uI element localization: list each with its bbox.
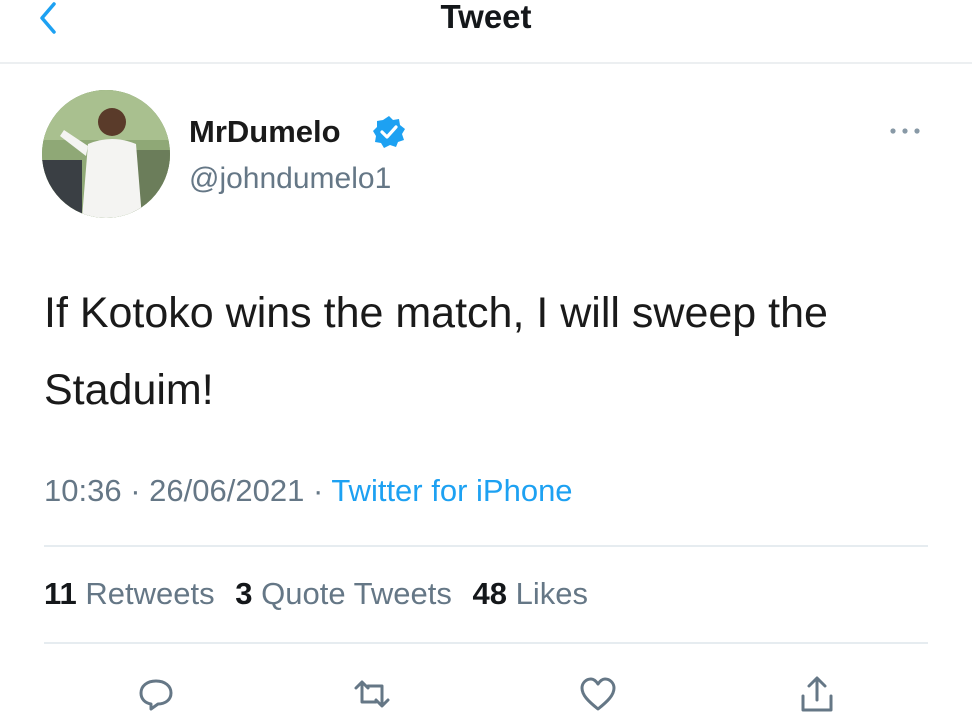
quote-tweets-label: Quote Tweets [261,576,452,611]
divider [44,642,928,644]
author-name[interactable]: MrDumelo [189,114,341,150]
divider [44,545,928,547]
share-icon [801,676,833,712]
like-icon [580,677,616,711]
tweet-meta: 10:36 · 26/06/2021 · Twitter for iPhone [44,473,573,509]
reply-icon [139,679,173,711]
tweet-time: 10:36 [44,473,122,508]
quote-tweets-count: 3 [235,576,253,611]
quote-tweets-stat[interactable]: 3 Quote Tweets [235,576,460,611]
likes-stat[interactable]: 48 Likes [472,576,587,611]
tweet-date: 26/06/2021 [149,473,305,508]
retweets-label: Retweets [85,576,215,611]
page-title: Tweet [440,0,532,35]
avatar[interactable] [42,90,170,218]
tweet-screen: Tweet MrDumelo @johndumelo1 If Kotoko wi… [0,0,972,724]
retweet-icon [354,680,390,708]
like-button[interactable] [578,674,618,714]
retweets-stat[interactable]: 11 Retweets [44,576,223,611]
more-horizontal-icon[interactable] [888,124,922,136]
avatar-image [42,90,170,218]
reply-button[interactable] [136,674,176,714]
meta-separator: · [130,473,141,508]
meta-separator-2: · [312,473,324,508]
retweet-button[interactable] [352,674,392,714]
author-handle[interactable]: @johndumelo1 [189,162,391,196]
tweet-source-link[interactable]: Twitter for iPhone [331,473,572,508]
retweets-count: 11 [44,576,77,611]
likes-count: 48 [472,576,507,611]
likes-label: Likes [515,576,588,611]
tweet-stats: 11 Retweets 3 Quote Tweets 48 Likes [44,576,600,612]
top-bar: Tweet [0,0,972,64]
share-button[interactable] [797,674,837,714]
tweet-text: If Kotoko wins the match, I will sweep t… [44,289,828,414]
verified-badge-icon [372,115,406,149]
